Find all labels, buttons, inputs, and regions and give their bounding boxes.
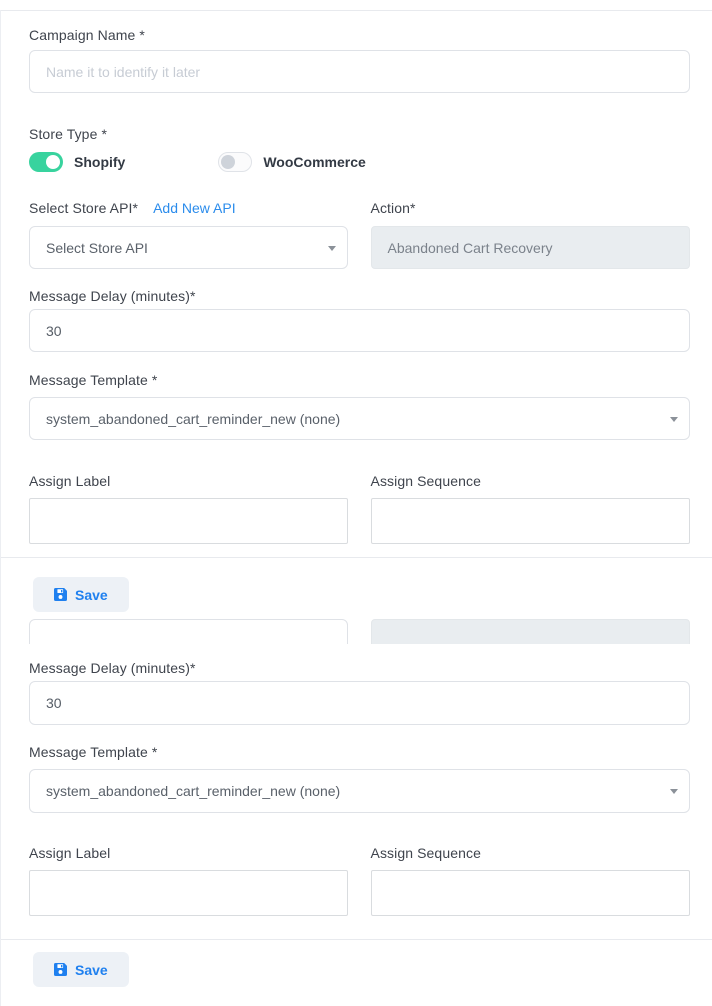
assign-sequence-input[interactable] (371, 870, 691, 916)
save-button[interactable]: Save (33, 952, 129, 987)
shopify-toggle[interactable] (29, 152, 63, 172)
assign-sequence-label: Assign Sequence (371, 474, 691, 488)
message-template-label: Message Template * (29, 745, 690, 759)
action-field: Abandoned Cart Recovery (371, 226, 690, 269)
assign-field-row (29, 870, 690, 916)
campaign-forms-page: Campaign Name * Store Type * Shopify Woo… (0, 10, 712, 1006)
assign-sequence-label: Assign Sequence (371, 846, 691, 860)
message-template-label: Message Template * (29, 373, 690, 387)
assign-sequence-input[interactable] (371, 498, 691, 544)
save-button-label: Save (75, 962, 108, 978)
add-new-api-link[interactable]: Add New API (153, 200, 236, 216)
campaign-name-label: Campaign Name * (29, 28, 690, 42)
assign-label-input[interactable] (29, 498, 348, 544)
top-divider (1, 10, 712, 11)
chevron-down-icon (670, 789, 678, 794)
select-store-api-dropdown[interactable]: Select Store API (29, 226, 348, 269)
assign-label-label: Assign Label (29, 474, 348, 488)
toggle-knob (46, 155, 60, 169)
api-action-label-row: Select Store API* Add New API Action* (29, 200, 690, 218)
assign-label-row: Assign Label Assign Sequence (29, 846, 690, 860)
store-type-toggles: Shopify WooCommerce (29, 152, 690, 172)
action-field-clipped (371, 619, 691, 644)
select-store-api-dropdown-clipped[interactable] (29, 619, 348, 644)
chevron-down-icon (670, 417, 678, 422)
save-button[interactable]: Save (33, 577, 129, 612)
message-template-value: system_abandoned_cart_reminder_new (none… (46, 783, 340, 799)
message-delay-input[interactable] (29, 681, 690, 725)
section-divider (1, 557, 712, 558)
campaign-form-top: Campaign Name * Store Type * Shopify Woo… (1, 28, 712, 987)
woocommerce-toggle[interactable] (218, 152, 252, 172)
select-store-api-label: Select Store API* (29, 201, 138, 215)
store-type-label: Store Type * (29, 127, 690, 141)
assign-field-row (29, 498, 690, 544)
campaign-form-bottom: Message Delay (minutes)* Message Templat… (29, 619, 690, 987)
message-delay-input[interactable] (29, 309, 690, 352)
chevron-down-icon (328, 246, 336, 251)
assign-label-label: Assign Label (29, 846, 348, 860)
shopify-toggle-label: Shopify (74, 154, 125, 170)
message-delay-label: Message Delay (minutes)* (29, 661, 690, 675)
save-floppy-icon (54, 963, 67, 976)
section-divider (1, 939, 712, 940)
api-action-field-row: Select Store API Abandoned Cart Recovery (29, 226, 690, 269)
assign-label-row: Assign Label Assign Sequence (29, 474, 690, 488)
action-value: Abandoned Cart Recovery (388, 240, 553, 256)
woocommerce-toggle-label: WooCommerce (263, 154, 365, 170)
assign-label-input[interactable] (29, 870, 348, 916)
clipped-field-row (29, 619, 690, 644)
save-button-label: Save (75, 587, 108, 603)
message-template-dropdown[interactable]: system_abandoned_cart_reminder_new (none… (29, 769, 690, 813)
campaign-name-input[interactable] (29, 50, 690, 93)
action-label: Action* (371, 200, 416, 216)
select-store-api-value: Select Store API (46, 240, 148, 256)
save-floppy-icon (54, 588, 67, 601)
message-template-value: system_abandoned_cart_reminder_new (none… (46, 411, 340, 427)
toggle-knob (221, 155, 235, 169)
message-delay-label: Message Delay (minutes)* (29, 289, 690, 303)
message-template-dropdown[interactable]: system_abandoned_cart_reminder_new (none… (29, 397, 690, 440)
